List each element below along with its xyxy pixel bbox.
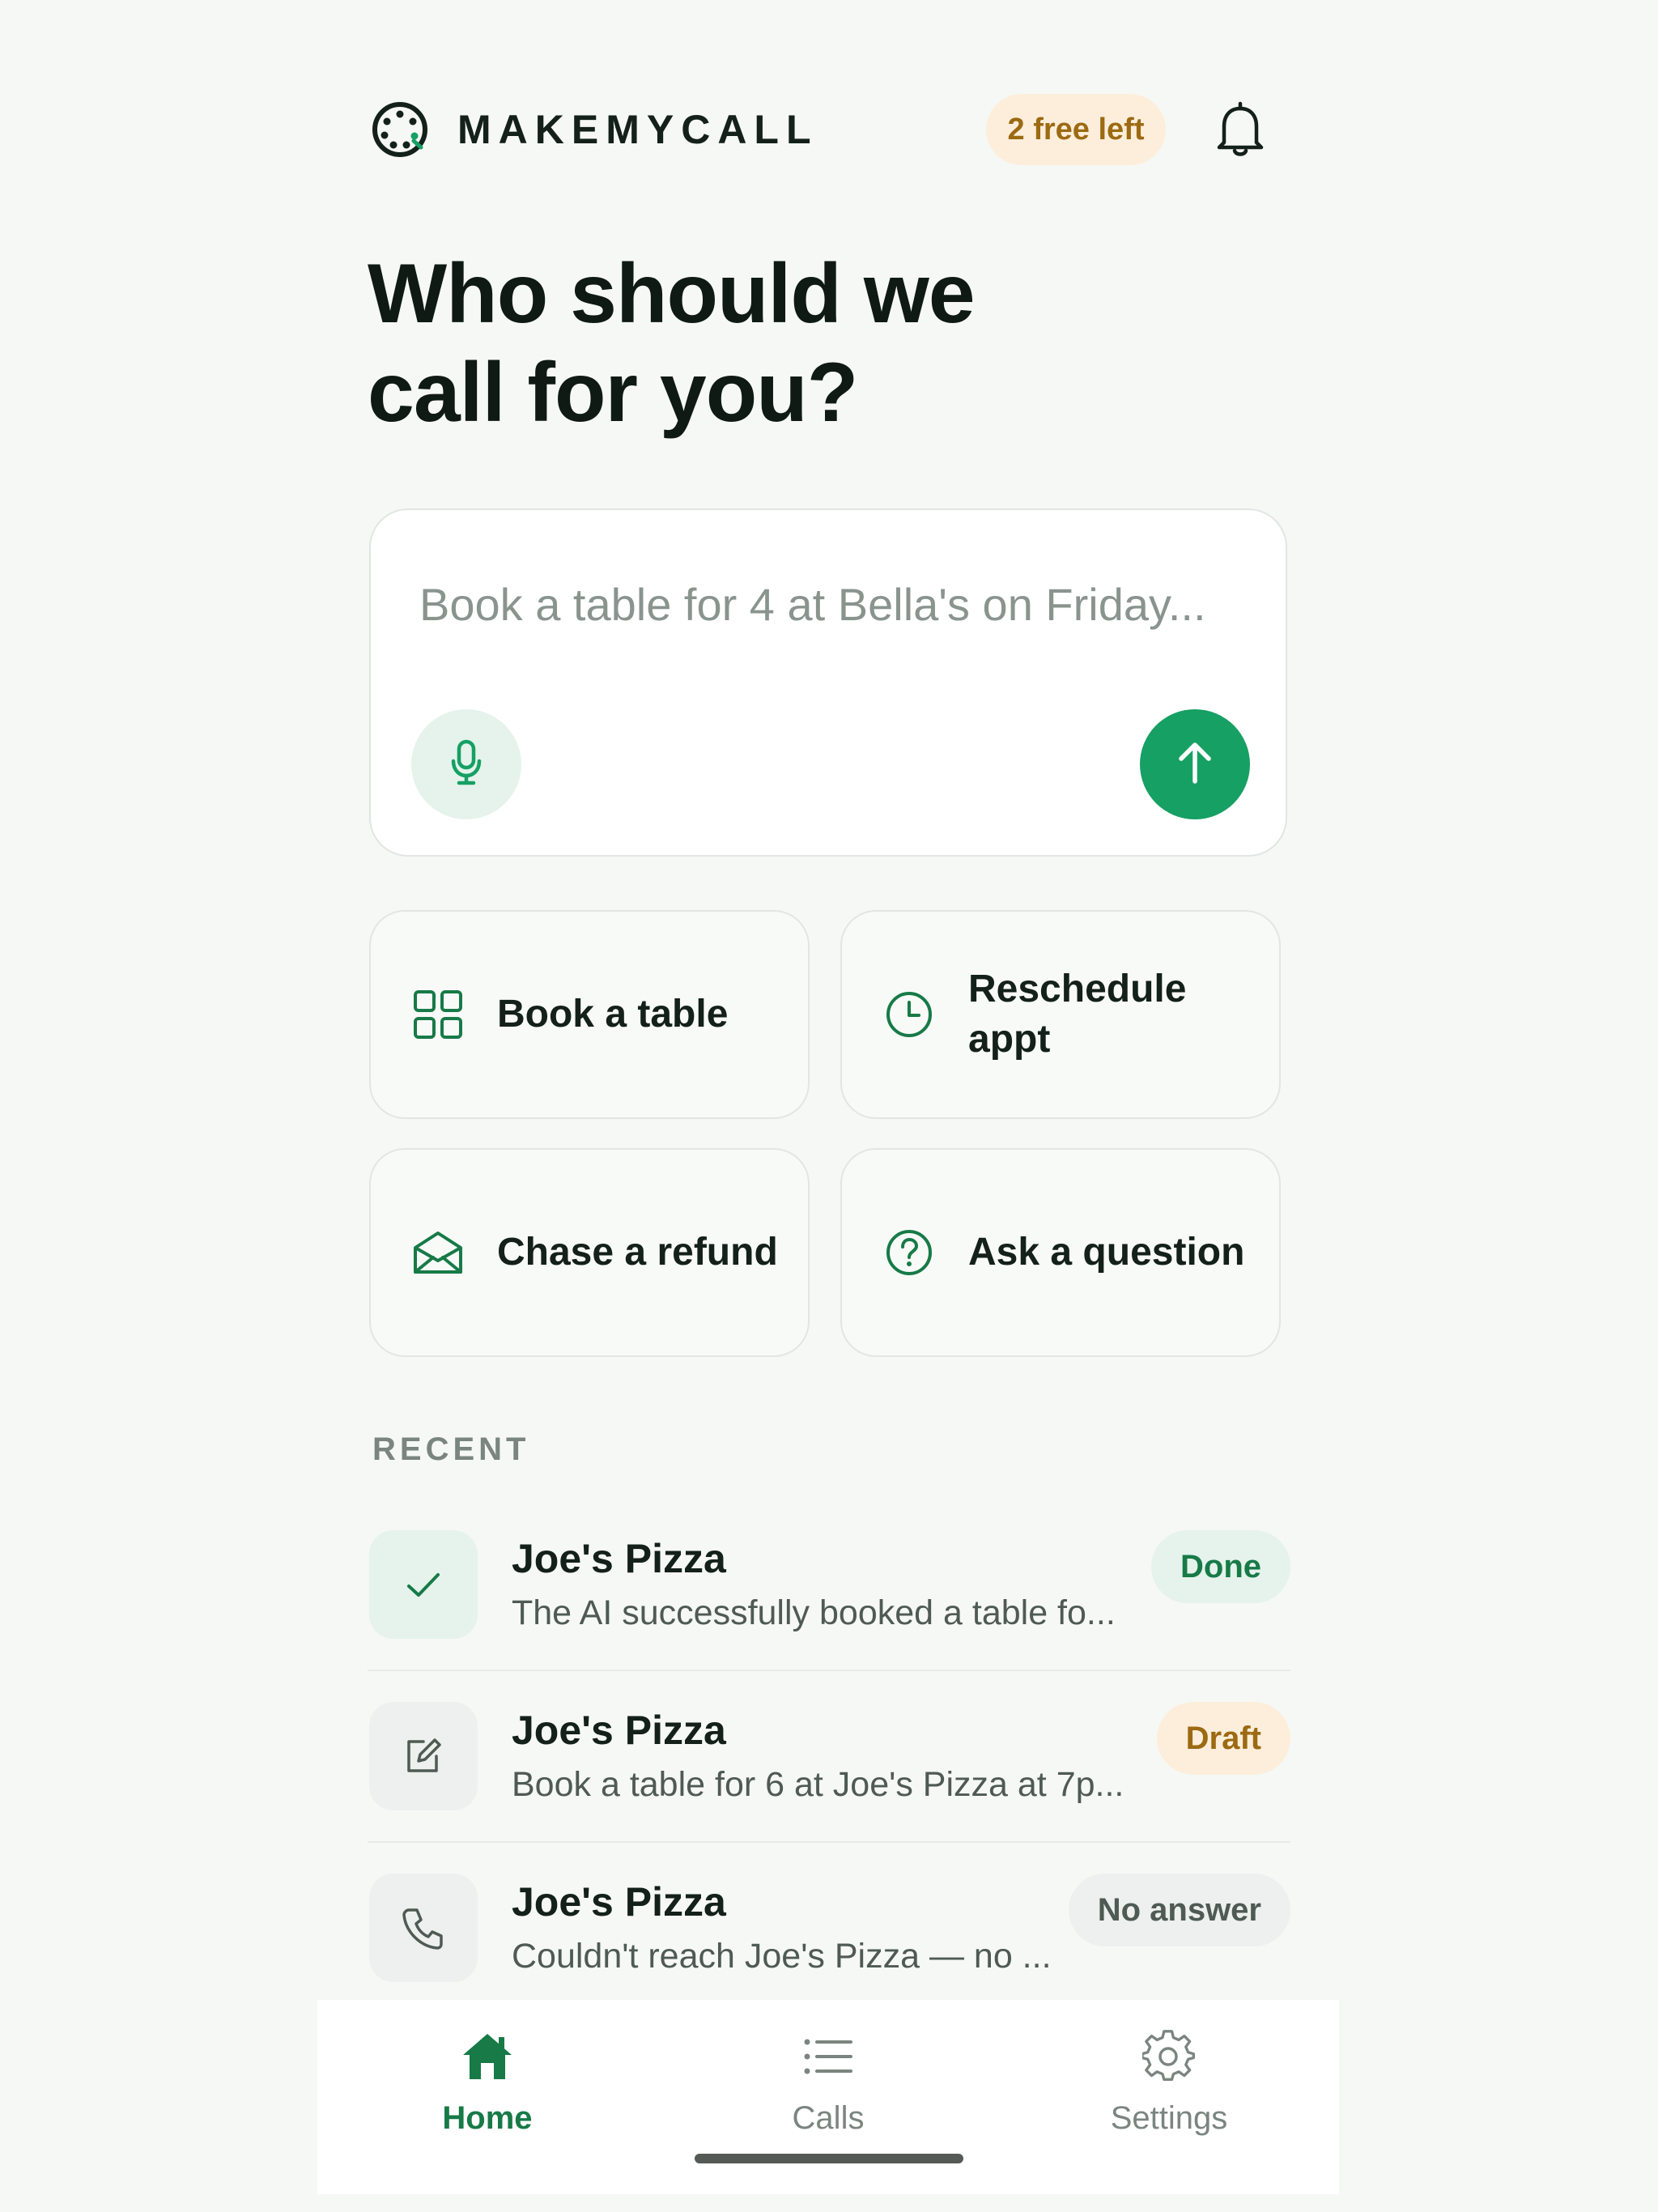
divider [368,1841,1290,1843]
microphone-icon [449,738,484,791]
grid-icon [411,988,465,1041]
tab-label: Calls [792,2100,865,2136]
edit-icon [369,1702,478,1810]
clock-icon [882,988,936,1041]
gear-icon [1137,2024,1201,2089]
envelope-icon [411,1226,465,1279]
status-badge: Done [1151,1530,1290,1603]
quick-action-label: Book a table [497,993,729,1036]
divider [368,1670,1290,1671]
page-title-line-2: call for you? [368,346,858,440]
rotary-dial-icon [371,100,429,159]
quick-action-chase-refund[interactable]: Chase a refund [369,1148,810,1357]
recent-call-item[interactable]: Joe's Pizza Book a table for 6 at Joe's … [368,1702,1290,1874]
recent-call-description: The AI successfully booked a table fo... [512,1593,1116,1632]
brand-name: MAKEMYCALL [457,107,818,152]
home-icon [455,2024,520,2089]
quick-action-label: Chase a refund [497,1231,778,1274]
tab-home[interactable]: Home [366,2024,609,2137]
recent-call-item[interactable]: Joe's Pizza The AI successfully booked a… [368,1530,1290,1702]
bell-icon[interactable] [1213,99,1268,160]
send-button[interactable] [1140,709,1250,819]
tab-label: Settings [1110,2100,1228,2136]
arrow-up-icon [1175,741,1215,789]
page-title-line-1: Who should we [368,247,976,341]
home-indicator [695,2154,963,2163]
quick-action-book-table[interactable]: Book a table [369,910,810,1119]
tab-settings[interactable]: Settings [1048,2024,1290,2137]
recent-call-name: Joe's Pizza [512,1708,726,1753]
call-request-composer [369,508,1287,857]
quick-action-label: Ask a question [968,1231,1245,1274]
free-calls-badge[interactable]: 2 free left [986,94,1166,165]
quick-action-reschedule[interactable]: Reschedule appt [840,910,1281,1119]
microphone-button[interactable] [411,709,521,819]
question-circle-icon [882,1226,936,1279]
page-title: Who should we call for you? [368,245,1096,442]
phone-icon [369,1874,478,1982]
recent-heading: RECENT [372,1431,530,1467]
recent-call-name: Joe's Pizza [512,1536,726,1581]
call-request-input[interactable] [419,578,1229,631]
tab-calls[interactable]: Calls [707,2024,950,2137]
status-badge: Draft [1156,1702,1290,1775]
recent-call-description: Couldn't reach Joe's Pizza — no ... [512,1937,1052,1976]
bottom-navigation: Home Calls Settings [317,2000,1339,2194]
tab-label: Home [442,2100,533,2136]
quick-action-ask-question[interactable]: Ask a question [840,1148,1281,1357]
check-icon [369,1530,478,1639]
list-icon [796,2024,861,2089]
recent-call-name: Joe's Pizza [512,1879,726,1925]
status-badge: No answer [1068,1874,1290,1946]
recent-call-description: Book a table for 6 at Joe's Pizza at 7p.… [512,1765,1124,1804]
quick-action-label: Reschedule appt [968,968,1187,1061]
